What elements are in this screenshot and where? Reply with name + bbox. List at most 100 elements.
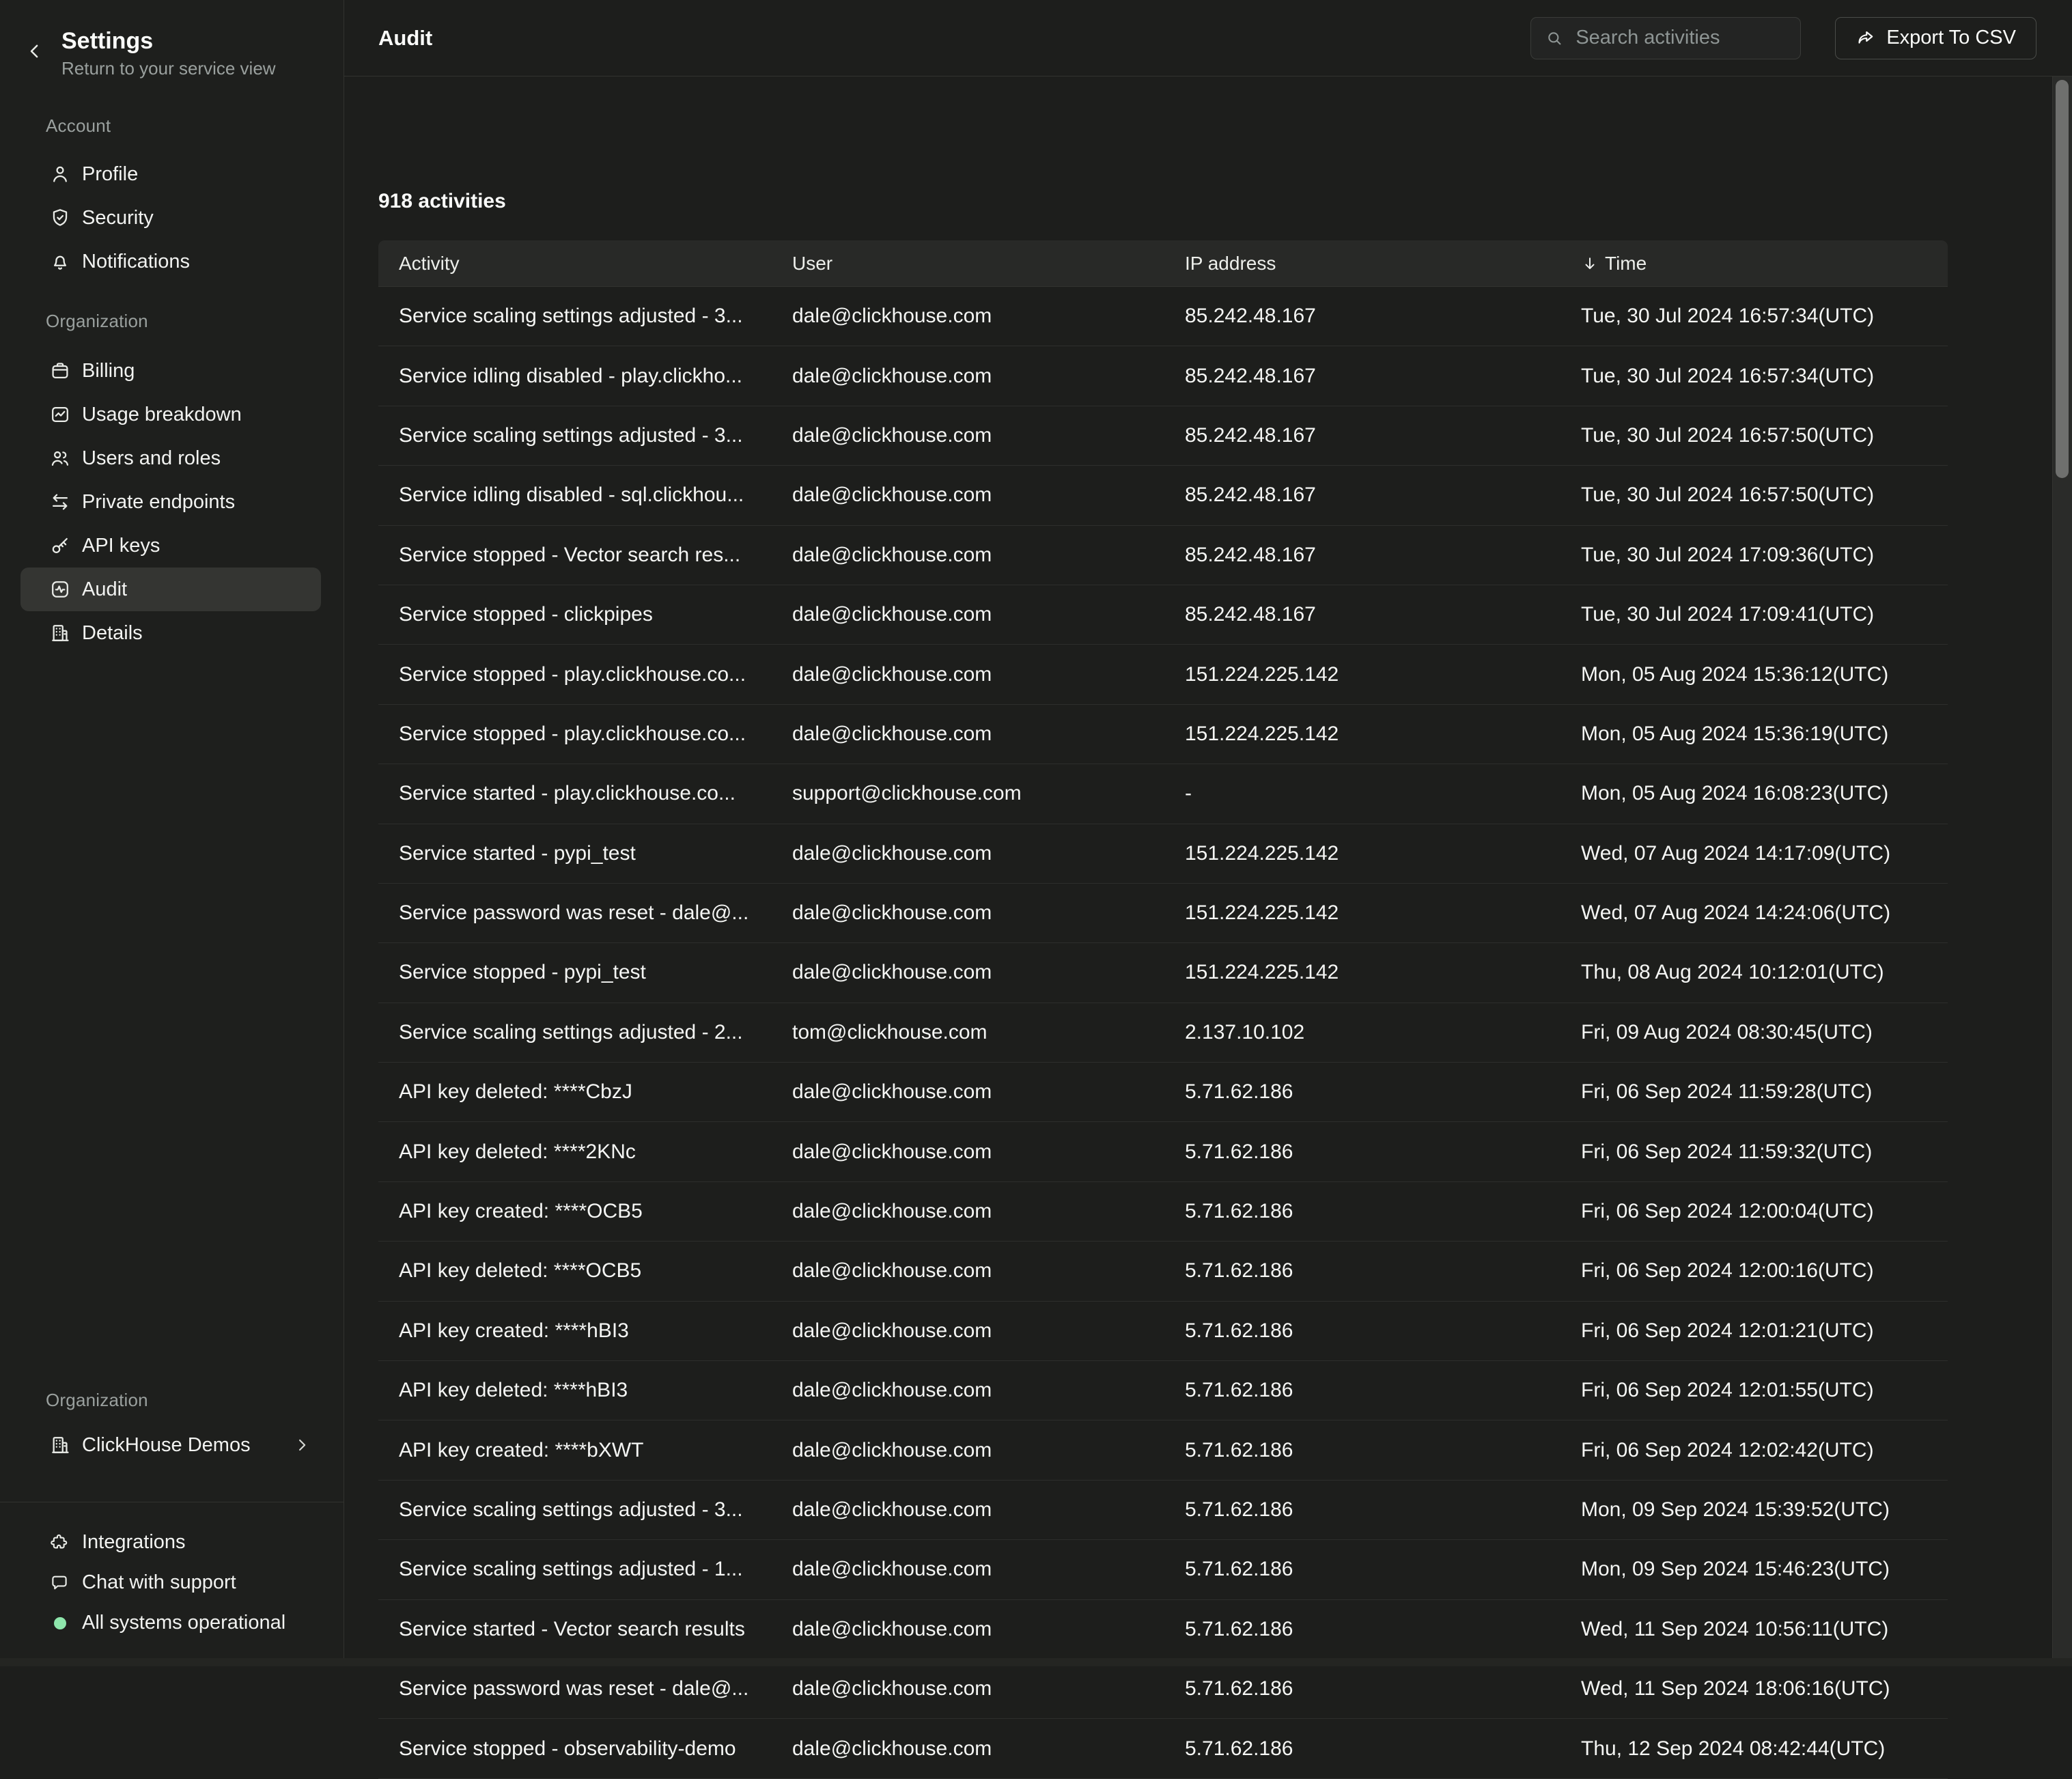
cell-user: dale@clickhouse.com (772, 1319, 1164, 1343)
shield-check-icon (49, 207, 71, 229)
cell-activity: Service started - Vector search results (378, 1618, 772, 1641)
sidebar-item-audit[interactable]: Audit (20, 568, 321, 611)
cell-activity: API key created: ****hBI3 (378, 1319, 772, 1343)
sidebar-item-chat-support[interactable]: Chat with support (0, 1563, 344, 1603)
cell-user: dale@clickhouse.com (772, 1498, 1164, 1522)
search-icon (1545, 29, 1564, 48)
column-header-time-label: Time (1605, 253, 1647, 275)
table-row: Service scaling settings adjusted - 1...… (378, 1540, 1948, 1599)
sidebar-item-label: Notifications (82, 251, 190, 273)
cell-ip: 151.224.225.142 (1164, 961, 1560, 984)
cell-ip: 151.224.225.142 (1164, 901, 1560, 925)
cell-user: dale@clickhouse.com (772, 1558, 1164, 1581)
cell-user: dale@clickhouse.com (772, 1379, 1164, 1402)
sidebar-item-usage-breakdown[interactable]: Usage breakdown (0, 393, 344, 436)
cell-time: Fri, 06 Sep 2024 12:00:04(UTC) (1560, 1200, 1948, 1223)
vertical-scrollbar-thumb[interactable] (2056, 80, 2069, 478)
table-row: API key created: ****bXWT dale@clickhous… (378, 1420, 1948, 1480)
cell-user: dale@clickhouse.com (772, 305, 1164, 328)
puzzle-icon (49, 1532, 70, 1553)
column-header-ip[interactable]: IP address (1164, 253, 1560, 275)
sidebar-item-security[interactable]: Security (0, 196, 344, 240)
cell-user: dale@clickhouse.com (772, 484, 1164, 507)
app-window: Settings Return to your service view Acc… (0, 0, 2072, 1666)
column-header-activity[interactable]: Activity (378, 253, 772, 275)
cell-time: Thu, 08 Aug 2024 10:12:01(UTC) (1560, 961, 1948, 984)
sidebar-titles: Settings Return to your service view (61, 27, 276, 79)
cell-activity: Service password was reset - dale@... (378, 901, 772, 925)
cell-user: dale@clickhouse.com (772, 365, 1164, 388)
cell-activity: Service stopped - clickpipes (378, 603, 772, 626)
sidebar-item-billing[interactable]: Billing (0, 349, 344, 393)
building-icon (49, 622, 71, 644)
sidebar-item-label: Private endpoints (82, 491, 235, 514)
system-status-link[interactable]: All systems operational (0, 1603, 344, 1643)
section-label-account: Account (46, 115, 111, 136)
building-icon (49, 1434, 71, 1456)
cell-user: dale@clickhouse.com (772, 603, 1164, 626)
org-switcher[interactable]: ClickHouse Demos (0, 1423, 344, 1467)
cell-user: support@clickhouse.com (772, 782, 1164, 805)
swap-arrows-icon (49, 491, 71, 513)
topbar: Audit Export To CSV (344, 0, 2072, 76)
user-icon (49, 163, 71, 185)
cell-user: dale@clickhouse.com (772, 1259, 1164, 1283)
cell-time: Fri, 06 Sep 2024 12:01:21(UTC) (1560, 1319, 1948, 1343)
sidebar-item-api-keys[interactable]: API keys (0, 524, 344, 568)
sidebar-item-integrations[interactable]: Integrations (0, 1522, 344, 1563)
table-row: API key deleted: ****CbzJ dale@clickhous… (378, 1063, 1948, 1122)
cell-ip: 2.137.10.102 (1164, 1021, 1560, 1044)
cell-user: dale@clickhouse.com (772, 1140, 1164, 1164)
cell-ip: 5.71.62.186 (1164, 1140, 1560, 1164)
table-row: Service started - Vector search results … (378, 1600, 1948, 1659)
cell-ip: 5.71.62.186 (1164, 1677, 1560, 1700)
cell-user: dale@clickhouse.com (772, 544, 1164, 567)
cell-ip: 151.224.225.142 (1164, 723, 1560, 746)
cell-user: dale@clickhouse.com (772, 1200, 1164, 1223)
cell-activity: API key created: ****bXWT (378, 1439, 772, 1462)
cell-time: Tue, 30 Jul 2024 16:57:34(UTC) (1560, 365, 1948, 388)
vertical-scrollbar-track[interactable] (2052, 76, 2072, 1666)
cell-user: dale@clickhouse.com (772, 1618, 1164, 1641)
cell-ip: 5.71.62.186 (1164, 1439, 1560, 1462)
cell-ip: 5.71.62.186 (1164, 1558, 1560, 1581)
cell-ip: 5.71.62.186 (1164, 1618, 1560, 1641)
sidebar-item-profile[interactable]: Profile (0, 152, 344, 196)
sidebar-item-label: Usage breakdown (82, 404, 242, 426)
cell-activity: API key deleted: ****2KNc (378, 1140, 772, 1164)
cell-ip: 85.242.48.167 (1164, 365, 1560, 388)
cell-time: Fri, 06 Sep 2024 12:01:55(UTC) (1560, 1379, 1948, 1402)
page-title: Audit (378, 26, 432, 51)
sidebar-item-private-endpoints[interactable]: Private endpoints (0, 480, 344, 524)
status-label: All systems operational (82, 1612, 285, 1634)
cell-ip: 5.71.62.186 (1164, 1200, 1560, 1223)
return-link[interactable]: Return to your service view (61, 57, 276, 79)
table-row: API key deleted: ****OCB5 dale@clickhous… (378, 1242, 1948, 1301)
cell-ip: 5.71.62.186 (1164, 1498, 1560, 1522)
cell-time: Fri, 09 Aug 2024 08:30:45(UTC) (1560, 1021, 1948, 1044)
table-row: Service idling disabled - sql.clickhou..… (378, 466, 1948, 525)
column-header-time[interactable]: Time (1560, 253, 1948, 275)
back-chevron-icon[interactable] (25, 41, 45, 61)
table-row: Service password was reset - dale@... da… (378, 884, 1948, 943)
sidebar-item-details[interactable]: Details (0, 611, 344, 655)
cell-user: dale@clickhouse.com (772, 1439, 1164, 1462)
cell-ip: 5.71.62.186 (1164, 1319, 1560, 1343)
search-input[interactable] (1574, 26, 1787, 50)
chat-bubble-icon (49, 1573, 70, 1593)
cell-activity: API key deleted: ****OCB5 (378, 1259, 772, 1283)
cell-activity: Service stopped - Vector search res... (378, 544, 772, 567)
sidebar-item-users-and-roles[interactable]: Users and roles (0, 436, 344, 480)
cell-user: dale@clickhouse.com (772, 842, 1164, 865)
main-panel: Audit Export To CSV 918 activities Activ… (344, 0, 2072, 1666)
cell-activity: Service stopped - play.clickhouse.co... (378, 663, 772, 686)
cell-user: dale@clickhouse.com (772, 901, 1164, 925)
sidebar-item-label: Billing (82, 360, 135, 382)
bell-icon (49, 251, 71, 272)
export-csv-button[interactable]: Export To CSV (1835, 17, 2036, 59)
sidebar-item-notifications[interactable]: Notifications (0, 240, 344, 283)
cell-time: Mon, 09 Sep 2024 15:46:23(UTC) (1560, 1558, 1948, 1581)
table-row: Service scaling settings adjusted - 3...… (378, 1481, 1948, 1540)
activities-count: 918 activities (378, 190, 506, 213)
column-header-user[interactable]: User (772, 253, 1164, 275)
